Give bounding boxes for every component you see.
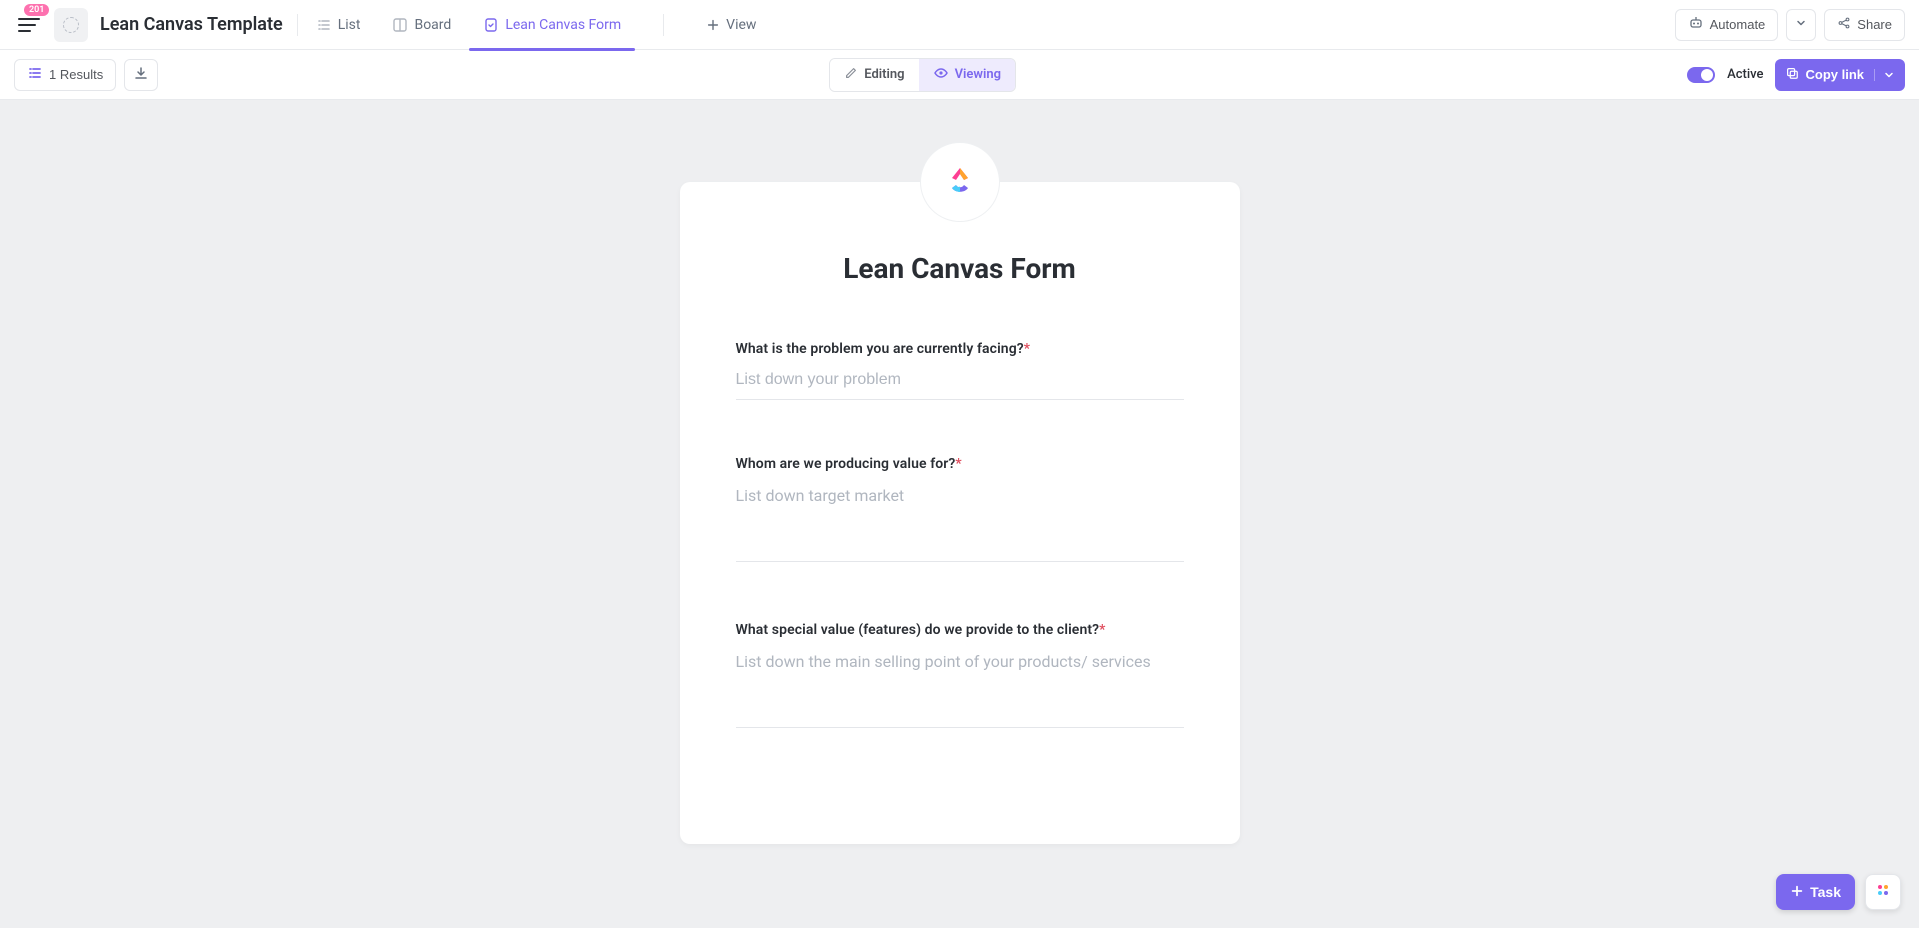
tab-label: Board (414, 17, 451, 33)
menu-button[interactable]: 201 (14, 10, 44, 40)
page-title[interactable]: Lean Canvas Template (100, 14, 283, 35)
list-icon (27, 65, 43, 84)
edit-view-toggle: Editing Viewing (829, 58, 1016, 92)
plus-icon (706, 18, 720, 32)
field-special-value: What special value (features) do we prov… (736, 622, 1184, 732)
chevron-down-icon (1795, 17, 1807, 32)
editing-label: Editing (864, 67, 904, 82)
field-label: What is the problem you are currently fa… (736, 341, 1184, 357)
divider (663, 14, 664, 36)
apps-icon (1875, 882, 1891, 902)
app-logo (920, 142, 1000, 222)
automate-button[interactable]: Automate (1675, 9, 1779, 41)
form-canvas: Lean Canvas Form What is the problem you… (0, 100, 1919, 928)
share-icon (1837, 16, 1851, 33)
required-marker: * (1099, 622, 1105, 638)
field-problem: What is the problem you are currently fa… (736, 341, 1184, 400)
pencil-icon (844, 66, 858, 84)
view-tabs: List Board Lean Canvas Form View (312, 0, 761, 50)
problem-input[interactable] (736, 357, 1184, 400)
dashed-circle-icon (63, 17, 79, 33)
hamburger-icon (18, 18, 40, 32)
sub-bar: 1 Results Editing Viewing Active (0, 50, 1919, 100)
results-button[interactable]: 1 Results (14, 59, 116, 91)
tab-board[interactable]: Board (388, 0, 455, 50)
tab-label: View (726, 17, 756, 33)
board-icon (392, 17, 408, 33)
tab-label: Lean Canvas Form (505, 17, 621, 33)
task-label: Task (1810, 884, 1841, 900)
workspace-icon[interactable] (54, 8, 88, 42)
tab-label: List (338, 17, 361, 33)
top-bar: 201 Lean Canvas Template List Board Lean… (0, 0, 1919, 50)
download-button[interactable] (124, 59, 158, 91)
share-button[interactable]: Share (1824, 9, 1905, 41)
field-label: What special value (features) do we prov… (736, 622, 1184, 638)
automate-label: Automate (1710, 17, 1766, 32)
editing-mode[interactable]: Editing (830, 59, 918, 91)
selling-point-input[interactable] (736, 638, 1184, 728)
active-label: Active (1727, 67, 1763, 82)
notification-badge: 201 (24, 4, 49, 16)
form-title: Lean Canvas Form (736, 252, 1184, 285)
active-toggle[interactable] (1687, 67, 1715, 83)
viewing-label: Viewing (955, 67, 1001, 82)
robot-icon (1688, 15, 1704, 34)
required-marker: * (1024, 341, 1030, 357)
apps-button[interactable] (1865, 874, 1901, 910)
field-label: Whom are we producing value for?* (736, 456, 1184, 472)
chevron-down-icon (1874, 69, 1895, 81)
copy-icon (1785, 66, 1799, 83)
fab-zone: Task (1776, 874, 1901, 910)
required-marker: * (955, 456, 961, 472)
tab-lean-canvas-form[interactable]: Lean Canvas Form (479, 0, 625, 50)
share-label: Share (1857, 17, 1892, 32)
viewing-mode[interactable]: Viewing (919, 59, 1015, 91)
results-label: 1 Results (49, 67, 103, 82)
divider (297, 14, 298, 36)
download-icon (133, 65, 149, 85)
new-task-button[interactable]: Task (1776, 874, 1855, 910)
target-market-input[interactable] (736, 472, 1184, 562)
list-icon (316, 17, 332, 33)
eye-icon (933, 65, 949, 85)
plus-icon (1790, 884, 1804, 901)
copy-link-label: Copy link (1805, 67, 1864, 82)
automate-dropdown[interactable] (1786, 9, 1816, 41)
form-card: Lean Canvas Form What is the problem you… (680, 182, 1240, 844)
tab-add-view[interactable]: View (702, 0, 760, 50)
field-value-for: Whom are we producing value for?* (736, 456, 1184, 566)
tab-list[interactable]: List (312, 0, 365, 50)
clickup-logo-icon (940, 162, 980, 202)
form-icon (483, 17, 499, 33)
copy-link-button[interactable]: Copy link (1775, 59, 1905, 91)
